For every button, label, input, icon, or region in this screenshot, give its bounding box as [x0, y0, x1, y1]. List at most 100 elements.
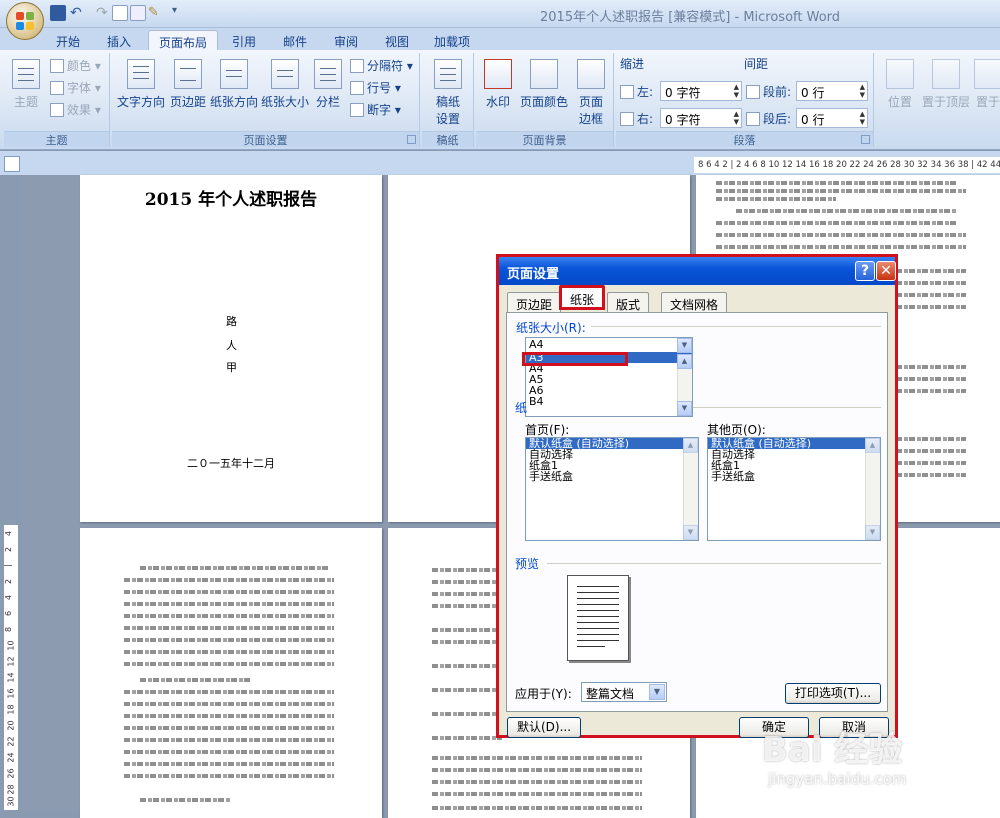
watermark-button[interactable]: 水印: [480, 57, 516, 131]
close-icon[interactable]: ✕: [876, 261, 896, 281]
print-preview-icon[interactable]: [130, 5, 146, 21]
new-document-icon[interactable]: [112, 5, 128, 21]
breaks-label: 分隔符: [367, 59, 404, 73]
position-label: 位置: [887, 95, 912, 109]
default-button[interactable]: 默认(D)...: [507, 717, 581, 738]
tab-home[interactable]: 开始: [46, 30, 90, 50]
fonts-icon: [50, 81, 64, 95]
text-line: [716, 189, 966, 193]
spinner-icon[interactable]: ▲ ▼: [734, 110, 739, 126]
text-direction-label: 文字方向: [116, 95, 165, 109]
send-to-back-button[interactable]: 置于: [974, 57, 1000, 131]
breaks-button[interactable]: 分隔符 ▾: [350, 57, 413, 75]
paper-size-option-a5[interactable]: A5: [526, 374, 692, 385]
other-pages-tray-list[interactable]: 默认纸盒 (自动选择) 自动选择 纸盒1 手送纸盒 ▲ ▼: [707, 437, 881, 541]
scroll-up-icon[interactable]: ▲: [865, 438, 880, 453]
paper-size-dropdown[interactable]: A4 A3 A4 A5 A6 B4 ▼ ▲ ▼: [525, 337, 693, 417]
theme-fonts-button[interactable]: 字体 ▾: [50, 79, 101, 97]
print-options-button[interactable]: 打印选项(T)...: [785, 683, 881, 704]
text-line: [432, 592, 502, 596]
tray-option[interactable]: 手送纸盒: [708, 471, 880, 482]
preview-line: [577, 598, 619, 599]
text-line: [432, 736, 502, 740]
tray-option[interactable]: 手送纸盒: [526, 471, 698, 482]
page-color-button[interactable]: 页面颜色: [518, 57, 570, 131]
theme-colors-button[interactable]: 颜色 ▾: [50, 57, 101, 75]
page-setup-launcher-icon[interactable]: [407, 135, 416, 144]
spinner-icon[interactable]: ▲ ▼: [860, 110, 865, 126]
hyphenation-button[interactable]: 断字 ▾: [350, 101, 401, 119]
first-page-tray-list[interactable]: 默认纸盒 (自动选择) 自动选择 纸盒1 手送纸盒 ▲ ▼: [525, 437, 699, 541]
margins-button[interactable]: 页边距: [168, 57, 208, 131]
other-pages-scrollbar[interactable]: ▲ ▼: [865, 438, 880, 540]
tab-references[interactable]: 引用: [222, 30, 266, 50]
chevron-down-icon[interactable]: ▼: [677, 338, 692, 353]
indent-right-input[interactable]: 0 字符 ▲ ▼: [660, 108, 742, 128]
bring-to-front-button[interactable]: 置于顶层: [920, 57, 972, 131]
paper-size-icon: [271, 59, 299, 89]
customize-qat-icon[interactable]: ▾: [172, 5, 188, 21]
tab-addins[interactable]: 加载项: [424, 30, 480, 50]
ruler-area: 8 6 4 2 | 2 4 6 8 10 12 14 16 18 20 22 2…: [0, 151, 1000, 175]
line-numbers-label: 行号: [367, 81, 392, 95]
text-line: [716, 197, 836, 201]
scroll-down-icon[interactable]: ▼: [677, 401, 692, 416]
manuscript-settings-button[interactable]: 稿纸 设置: [426, 57, 470, 131]
undo-icon[interactable]: ↶: [70, 5, 86, 21]
help-icon[interactable]: ?: [855, 261, 875, 281]
size-button[interactable]: 纸张大小: [260, 57, 310, 131]
spinner-icon[interactable]: ▲ ▼: [860, 83, 865, 99]
paragraph-launcher-icon[interactable]: [861, 135, 870, 144]
indent-title: 缩进: [620, 57, 645, 71]
text-direction-button[interactable]: 文字方向: [116, 57, 166, 131]
tab-selector-icon[interactable]: [4, 156, 20, 172]
spinner-icon[interactable]: ▲ ▼: [734, 83, 739, 99]
orientation-button[interactable]: 纸张方向: [210, 57, 258, 131]
page-borders-button[interactable]: 页面 边框: [572, 57, 610, 131]
spacing-before-input[interactable]: 0 行 ▲ ▼: [796, 81, 868, 101]
theme-effects-button[interactable]: 效果 ▾: [50, 101, 101, 119]
spacing-after-input[interactable]: 0 行 ▲ ▼: [796, 108, 868, 128]
horizontal-ruler[interactable]: 8 6 4 2 | 2 4 6 8 10 12 14 16 18 20 22 2…: [694, 157, 1000, 173]
title-bar: ↶ ↷ ✎ ▾ 2015年个人述职报告 [兼容模式] - Microsoft W…: [0, 0, 1000, 28]
effects-icon: [50, 103, 64, 117]
paper-size-option-b4[interactable]: B4: [526, 396, 692, 407]
page-1[interactable]: 2015 年个人述职报告 路 人 甲 二０一五年十二月: [80, 175, 382, 522]
paper-size-scrollbar[interactable]: ▲ ▼: [677, 354, 692, 416]
themes-button[interactable]: 主题: [8, 57, 44, 131]
indent-left-input[interactable]: 0 字符 ▲ ▼: [660, 81, 742, 101]
dialog-title-bar[interactable]: 页面设置 ? ✕: [499, 257, 896, 285]
paper-size-current: A4: [529, 338, 544, 351]
scroll-down-icon[interactable]: ▼: [683, 525, 698, 540]
vruler-tick: 4: [4, 530, 14, 537]
first-page-scrollbar[interactable]: ▲ ▼: [683, 438, 698, 540]
text-line: [124, 714, 334, 718]
apply-to-select[interactable]: 整篇文档 ▼: [581, 682, 667, 702]
tab-view[interactable]: 视图: [375, 30, 419, 50]
dialog-tab-paper[interactable]: 纸张: [559, 285, 606, 310]
chevron-down-icon[interactable]: ▼: [649, 684, 665, 700]
scroll-up-icon[interactable]: ▲: [677, 354, 692, 369]
dialog-tab-document-grid[interactable]: 文档网格: [661, 292, 728, 313]
page-4[interactable]: [80, 528, 382, 818]
dialog-tab-layout[interactable]: 版式: [607, 292, 650, 313]
tab-insert[interactable]: 插入: [97, 30, 141, 50]
columns-button[interactable]: 分栏: [312, 57, 344, 131]
office-button[interactable]: [6, 2, 44, 40]
text-line: [432, 628, 502, 632]
tab-page-layout[interactable]: 页面布局: [148, 30, 219, 50]
format-painter-icon[interactable]: ✎: [148, 5, 164, 21]
page-background-group: 水印 页面颜色 页面 边框 页面背景: [476, 53, 614, 147]
paper-size-option-a6[interactable]: A6: [526, 385, 692, 396]
scroll-down-icon[interactable]: ▼: [865, 525, 880, 540]
tab-mailings[interactable]: 邮件: [273, 30, 317, 50]
save-icon[interactable]: [50, 5, 66, 21]
scroll-up-icon[interactable]: ▲: [683, 438, 698, 453]
line-numbers-button[interactable]: 行号 ▾: [350, 79, 401, 97]
vertical-ruler[interactable]: 4 2 | 2 4 6 8 10 12 14 16 18 20 22 24 26…: [4, 525, 18, 810]
redo-icon[interactable]: ↷: [96, 5, 112, 21]
tab-review[interactable]: 审阅: [324, 30, 368, 50]
dialog-tab-margins[interactable]: 页边距: [507, 292, 562, 313]
orientation-icon: [220, 59, 248, 89]
position-button[interactable]: 位置: [882, 57, 918, 131]
